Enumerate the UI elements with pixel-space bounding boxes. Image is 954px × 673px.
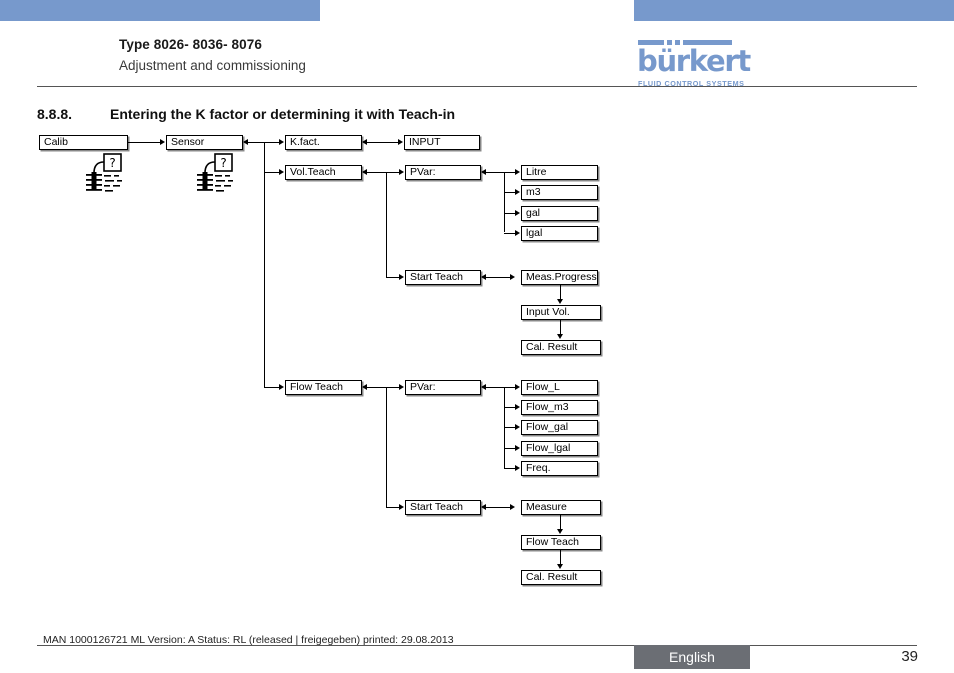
connector-volteach-subtrunk <box>367 171 399 173</box>
connector-pvar-vol-units <box>486 171 505 173</box>
node-meas-progress[interactable]: Meas.Progress <box>521 270 598 285</box>
arrow-to-cal-result-vol <box>556 334 563 339</box>
connector-measure-flowteachstep <box>560 515 562 529</box>
unit-trunk-vertical-vol <box>504 171 506 232</box>
subtrunk-vertical-vol <box>386 171 388 278</box>
arrow-to-flow-l <box>515 383 520 390</box>
svg-text:?: ? <box>220 156 226 170</box>
arrow-to-meas-progress <box>510 273 515 280</box>
arrow-to-flow-gal <box>515 423 520 430</box>
connector-subtrunk-startteach-vol <box>386 276 399 278</box>
connector-trunk-flowteach <box>264 386 279 388</box>
connector-units-lgal <box>504 232 515 234</box>
node-start-teach-vol[interactable]: Start Teach <box>405 270 481 285</box>
connector-flowunits-freq <box>504 467 515 469</box>
svg-text:?: ? <box>109 156 115 170</box>
arrow-to-cal-result-flow <box>556 564 563 569</box>
connector-units-m3 <box>504 191 515 193</box>
arrow-to-freq <box>515 464 520 471</box>
arrow-to-start-teach-vol <box>399 273 404 280</box>
trunk-vertical-main <box>264 141 266 388</box>
node-m3[interactable]: m3 <box>521 185 598 200</box>
connector-trunk-kfact <box>264 141 279 143</box>
node-freq[interactable]: Freq. <box>521 461 598 476</box>
connector-kfact-input <box>367 141 398 143</box>
node-sensor[interactable]: Sensor <box>166 135 243 150</box>
arrow-to-volteach <box>279 168 284 175</box>
node-pvar-vol[interactable]: PVar: <box>405 165 481 180</box>
node-start-teach-flow[interactable]: Start Teach <box>405 500 481 515</box>
arrow-to-pvar-flow <box>399 383 404 390</box>
arrow-to-m3 <box>515 188 520 195</box>
connector-flowunits-flowgal <box>504 426 515 428</box>
connector-flowunits-flowl <box>504 386 515 388</box>
connector-startteach-measprogress <box>486 276 510 278</box>
connector-flowteachstep-calresult <box>560 550 562 564</box>
page-number: 39 <box>901 648 918 665</box>
language-badge: English <box>634 645 750 669</box>
connector-sensor-trunk <box>248 141 265 143</box>
node-cal-result-flow[interactable]: Cal. Result <box>521 570 601 585</box>
arrow-to-gal <box>515 209 520 216</box>
arrow-to-input-vol <box>556 299 563 304</box>
connector-units-litre <box>504 171 515 173</box>
node-flow-lgal[interactable]: Flow_lgal <box>521 441 598 456</box>
node-flow-teach[interactable]: Flow Teach <box>285 380 362 395</box>
arrow-to-start-teach-flow <box>399 503 404 510</box>
node-calib[interactable]: Calib <box>39 135 128 150</box>
arrow-to-pvar-vol <box>399 168 404 175</box>
menu-flow-diagram: Calib Sensor ? ? K.fact. INPUT Vol.Teach… <box>0 0 954 673</box>
node-flow-teach-step[interactable]: Flow Teach <box>521 535 601 550</box>
connector-flowteach-subtrunk <box>367 386 399 388</box>
connector-inputvol-calresult <box>560 320 562 334</box>
node-flow-l[interactable]: Flow_L <box>521 380 598 395</box>
arrow-to-input <box>398 138 403 145</box>
sensor-probe-icon-1: ? <box>85 153 131 200</box>
connector-flowunits-flowlgal <box>504 447 515 449</box>
node-gal[interactable]: gal <box>521 206 598 221</box>
arrow-to-sensor <box>160 138 165 145</box>
arrow-to-flow-teach <box>279 383 284 390</box>
connector-pvar-flow-units <box>486 386 505 388</box>
node-input[interactable]: INPUT <box>404 135 480 150</box>
connector-calib-sensor <box>128 141 160 143</box>
sensor-probe-icon-2: ? <box>196 153 242 200</box>
node-measure[interactable]: Measure <box>521 500 601 515</box>
arrow-to-kfact <box>279 138 284 145</box>
connector-startteach-measure <box>486 506 510 508</box>
connector-measprogress-inputvol <box>560 285 562 299</box>
node-input-vol[interactable]: Input Vol. <box>521 305 601 320</box>
connector-units-gal <box>504 212 515 214</box>
arrow-to-flow-m3 <box>515 403 520 410</box>
node-litre[interactable]: Litre <box>521 165 598 180</box>
arrow-to-flow-lgal <box>515 444 520 451</box>
arrow-to-lgal <box>515 229 520 236</box>
node-flow-m3[interactable]: Flow_m3 <box>521 400 598 415</box>
node-flow-gal[interactable]: Flow_gal <box>521 420 598 435</box>
arrow-to-flow-teach-step <box>556 529 563 534</box>
arrow-to-litre <box>515 168 520 175</box>
node-cal-result-vol[interactable]: Cal. Result <box>521 340 601 355</box>
arrow-to-measure <box>510 503 515 510</box>
footer-divider <box>37 645 917 646</box>
node-kfact[interactable]: K.fact. <box>285 135 362 150</box>
connector-subtrunk-startteach-flow <box>386 506 399 508</box>
node-pvar-flow[interactable]: PVar: <box>405 380 481 395</box>
subtrunk-vertical-flow <box>386 386 388 508</box>
connector-flowunits-flowm3 <box>504 406 515 408</box>
node-lgal[interactable]: lgal <box>521 226 598 241</box>
connector-trunk-volteach <box>264 171 279 173</box>
node-vol-teach[interactable]: Vol.Teach <box>285 165 362 180</box>
